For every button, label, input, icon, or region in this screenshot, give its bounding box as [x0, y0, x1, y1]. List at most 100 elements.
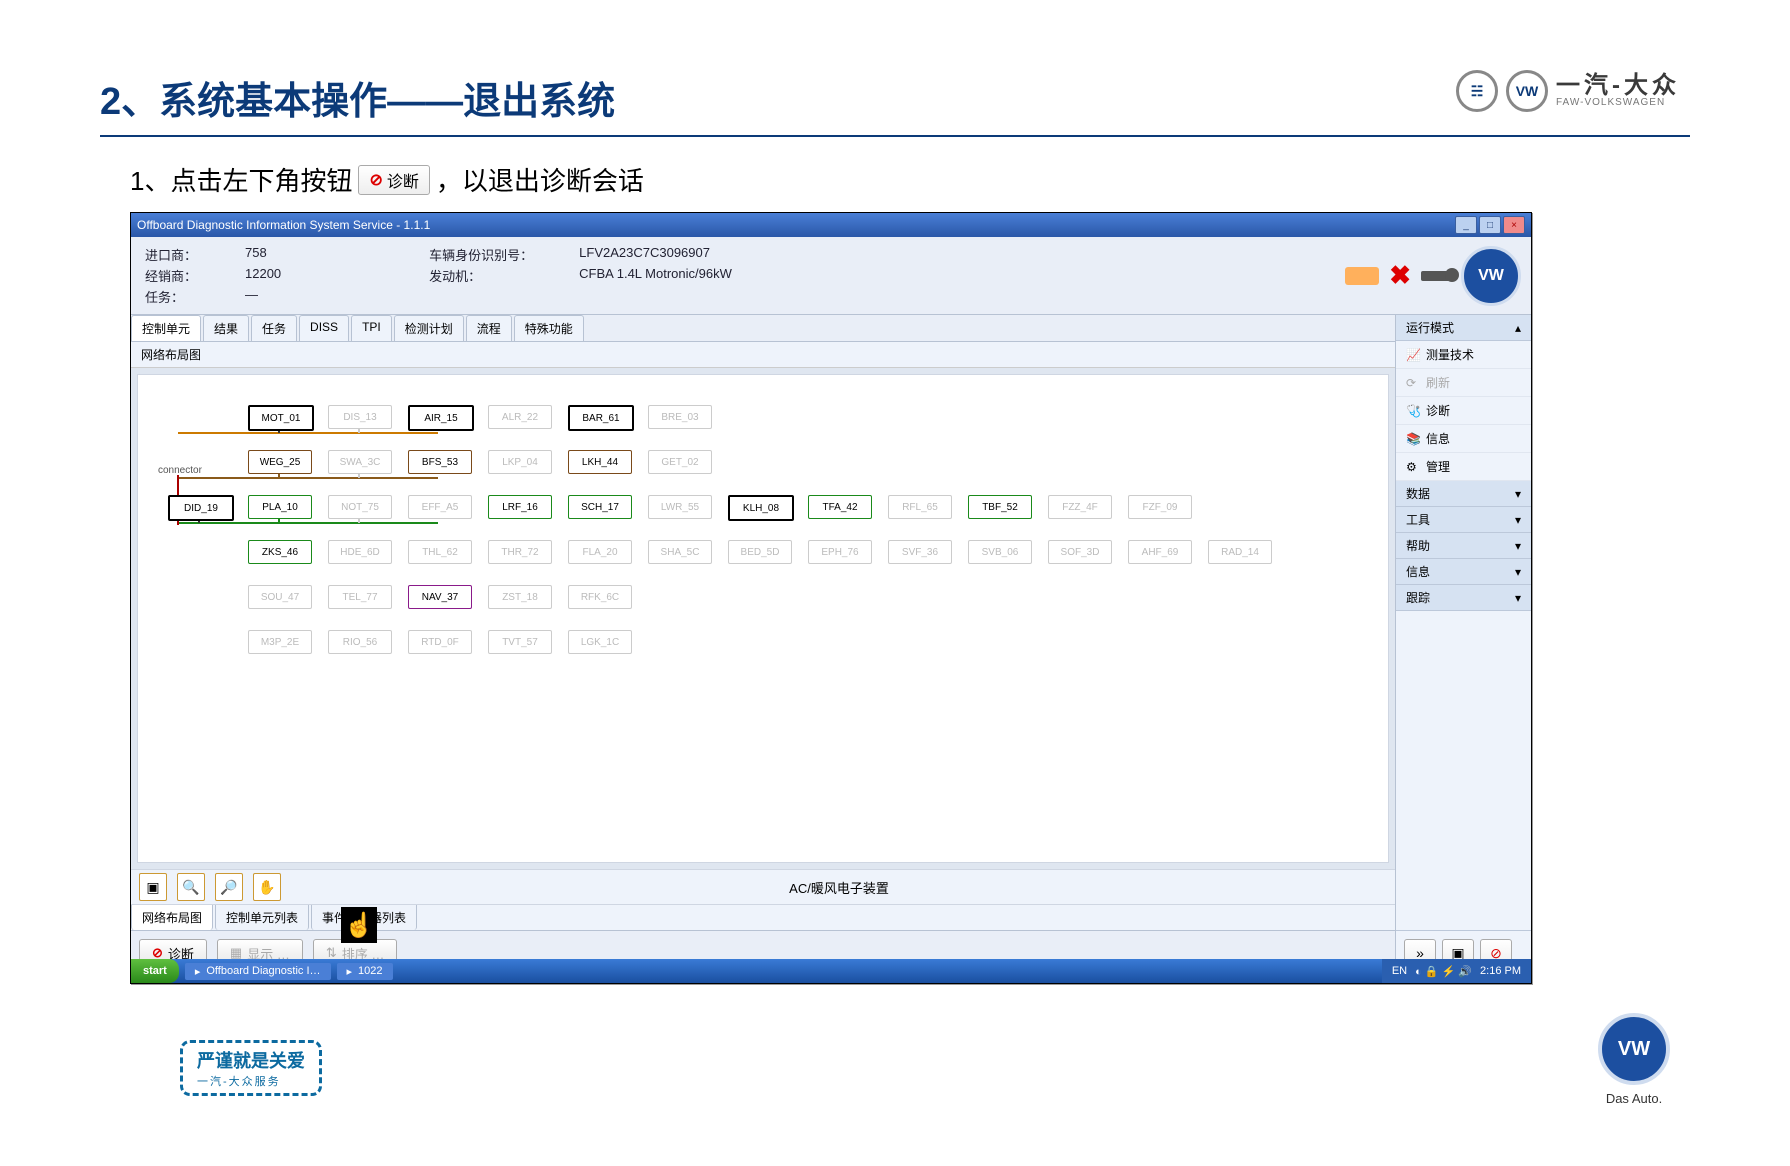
ecu-node-RAD_14[interactable]: RAD_14	[1208, 540, 1272, 564]
ecu-node-SOF_3D[interactable]: SOF_3D	[1048, 540, 1112, 564]
chevron-down-icon: ▾	[1515, 565, 1521, 579]
ecu-node-THR_72[interactable]: THR_72	[488, 540, 552, 564]
ecu-node-BRE_03[interactable]: BRE_03	[648, 405, 712, 429]
window-titlebar: Offboard Diagnostic Information System S…	[131, 213, 1531, 237]
chevron-up-icon: ▴	[1515, 321, 1521, 335]
ecu-node-LRF_16[interactable]: LRF_16	[488, 495, 552, 519]
subtab-控制单元列表[interactable]: 控制单元列表	[215, 905, 309, 930]
ecu-node-KLH_08[interactable]: KLH_08	[728, 495, 794, 521]
chevron-down-icon: ▾	[1515, 513, 1521, 527]
sidebar-item-管理[interactable]: ⚙管理	[1396, 453, 1531, 481]
sidebar-section-帮助[interactable]: 帮助▾	[1396, 533, 1531, 559]
sidebar-section-工具[interactable]: 工具▾	[1396, 507, 1531, 533]
tab-任务[interactable]: 任务	[251, 315, 297, 341]
sidebar-mode-header[interactable]: 运行模式▴	[1396, 315, 1531, 341]
ecu-node-BAR_61[interactable]: BAR_61	[568, 405, 634, 431]
ecu-node-WEG_25[interactable]: WEG_25	[248, 450, 312, 474]
ecu-node-AIR_15[interactable]: AIR_15	[408, 405, 474, 431]
ecu-node-NAV_37[interactable]: NAV_37	[408, 585, 472, 609]
network-diagram: connector MOT_01 DIS_13 AIR_15 ALR_22 BAR_61…	[137, 374, 1389, 863]
fit-icon[interactable]: ▣	[139, 873, 167, 901]
ecu-node-EPH_76[interactable]: EPH_76	[808, 540, 872, 564]
close-button[interactable]: ×	[1503, 216, 1525, 234]
sidebar-item-测量技术[interactable]: 📈测量技术	[1396, 341, 1531, 369]
sub-tabs: 网络布局图控制单元列表事件存储器列表	[131, 904, 1395, 930]
ecu-node-SOU_47[interactable]: SOU_47	[248, 585, 312, 609]
ecu-node-BFS_53[interactable]: BFS_53	[408, 450, 472, 474]
ecu-node-SHA_5C[interactable]: SHA_5C	[648, 540, 712, 564]
ecu-node-LGK_1C[interactable]: LGK_1C	[568, 630, 632, 654]
minimize-button[interactable]: _	[1455, 216, 1477, 234]
info-header: 进口商：758 经销商：12200 任务：— 车辆身份识别号：LFV2A23C7…	[131, 237, 1531, 315]
ecu-node-LKP_04[interactable]: LKP_04	[488, 450, 552, 474]
tab-TPI[interactable]: TPI	[351, 315, 392, 341]
ecu-node-FZF_09[interactable]: FZF_09	[1128, 495, 1192, 519]
ecu-node-FLA_20[interactable]: FLA_20	[568, 540, 632, 564]
ecu-node-THL_62[interactable]: THL_62	[408, 540, 472, 564]
ecu-node-RTD_0F[interactable]: RTD_0F	[408, 630, 472, 654]
instruction-diag-button: ⊘ 诊断	[358, 165, 429, 195]
ecu-node-HDE_6D[interactable]: HDE_6D	[328, 540, 392, 564]
ecu-node-TBF_52[interactable]: TBF_52	[968, 495, 1032, 519]
ecu-node-DID_19[interactable]: DID_19	[168, 495, 234, 521]
window-title: Offboard Diagnostic Information System S…	[137, 218, 430, 232]
sidebar: 运行模式▴ 📈测量技术⟳刷新🩺诊断📚信息⚙管理 数据▾工具▾帮助▾信息▾跟踪▾ …	[1396, 315, 1531, 975]
taskbar-task[interactable]: ▸Offboard Diagnostic I…	[185, 963, 331, 980]
ecu-node-ALR_22[interactable]: ALR_22	[488, 405, 552, 429]
ecu-node-EFF_A5[interactable]: EFF_A5	[408, 495, 472, 519]
sidebar-section-信息[interactable]: 信息▾	[1396, 559, 1531, 585]
ecu-node-AHF_69[interactable]: AHF_69	[1128, 540, 1192, 564]
ecu-node-DIS_13[interactable]: DIS_13	[328, 405, 392, 429]
key-icon	[1421, 271, 1451, 281]
tab-控制单元[interactable]: 控制单元	[131, 315, 201, 341]
ecu-node-PLA_10[interactable]: PLA_10	[248, 495, 312, 519]
ecu-node-ZKS_46[interactable]: ZKS_46	[248, 540, 312, 564]
tab-结果[interactable]: 结果	[203, 315, 249, 341]
zoom-out-icon[interactable]: 🔎	[215, 873, 243, 901]
ecu-node-RIO_56[interactable]: RIO_56	[328, 630, 392, 654]
subtab-网络布局图[interactable]: 网络布局图	[131, 905, 213, 930]
sidebar-item-诊断[interactable]: 🩺诊断	[1396, 397, 1531, 425]
app-window: Offboard Diagnostic Information System S…	[130, 212, 1532, 984]
zoom-in-icon[interactable]: 🔍	[177, 873, 205, 901]
ecu-node-SVF_36[interactable]: SVF_36	[888, 540, 952, 564]
ecu-node-RFK_6C[interactable]: RFK_6C	[568, 585, 632, 609]
sidebar-section-跟踪[interactable]: 跟踪▾	[1396, 585, 1531, 611]
ecu-node-LWR_55[interactable]: LWR_55	[648, 495, 712, 519]
tab-DISS[interactable]: DISS	[299, 315, 349, 341]
ecu-node-SVB_06[interactable]: SVB_06	[968, 540, 1032, 564]
ecu-node-BED_5D[interactable]: BED_5D	[728, 540, 792, 564]
sidebar-section-数据[interactable]: 数据▾	[1396, 481, 1531, 507]
tab-流程[interactable]: 流程	[466, 315, 512, 341]
ecu-node-SCH_17[interactable]: SCH_17	[568, 495, 632, 519]
vw-logo-icon: VW	[1461, 246, 1521, 306]
vw-logo-icon: VW	[1506, 70, 1548, 112]
ecu-node-FZZ_4F[interactable]: FZZ_4F	[1048, 495, 1112, 519]
tab-特殊功能[interactable]: 特殊功能	[514, 315, 584, 341]
slide-title: 2、系统基本操作——退出系统	[100, 70, 1690, 137]
ecu-node-ZST_18[interactable]: ZST_18	[488, 585, 552, 609]
ecu-node-M3P_2E[interactable]: M3P_2E	[248, 630, 312, 654]
sidebar-item-刷新[interactable]: ⟳刷新	[1396, 369, 1531, 397]
diagram-toolbar: ▣ 🔍 🔎 ✋ AC/暖风电子装置	[131, 869, 1395, 904]
connector-label: connector	[158, 465, 202, 476]
ecu-node-SWA_3C[interactable]: SWA_3C	[328, 450, 392, 474]
panel-title: 网络布局图	[131, 342, 1395, 368]
sidebar-item-信息[interactable]: 📚信息	[1396, 425, 1531, 453]
hand-icon[interactable]: ✋	[253, 873, 281, 901]
instruction-pre: 1、点击左下角按钮	[130, 161, 352, 198]
start-button[interactable]: start	[131, 959, 179, 983]
ecu-node-LKH_44[interactable]: LKH_44	[568, 450, 632, 474]
ecu-node-RFL_65[interactable]: RFL_65	[888, 495, 952, 519]
ecu-node-MOT_01[interactable]: MOT_01	[248, 405, 314, 431]
ecu-node-NOT_75[interactable]: NOT_75	[328, 495, 392, 519]
close-icon: ⊘	[369, 170, 382, 190]
ecu-node-TVT_57[interactable]: TVT_57	[488, 630, 552, 654]
ecu-node-GET_02[interactable]: GET_02	[648, 450, 712, 474]
tab-检测计划[interactable]: 检测计划	[394, 315, 464, 341]
ecu-node-TFA_42[interactable]: TFA_42	[808, 495, 872, 519]
instruction-line: 1、点击左下角按钮 ⊘ 诊断 ，以退出诊断会话	[130, 161, 1690, 198]
taskbar-task[interactable]: ▸1022	[337, 963, 393, 980]
ecu-node-TEL_77[interactable]: TEL_77	[328, 585, 392, 609]
maximize-button[interactable]: □	[1479, 216, 1501, 234]
